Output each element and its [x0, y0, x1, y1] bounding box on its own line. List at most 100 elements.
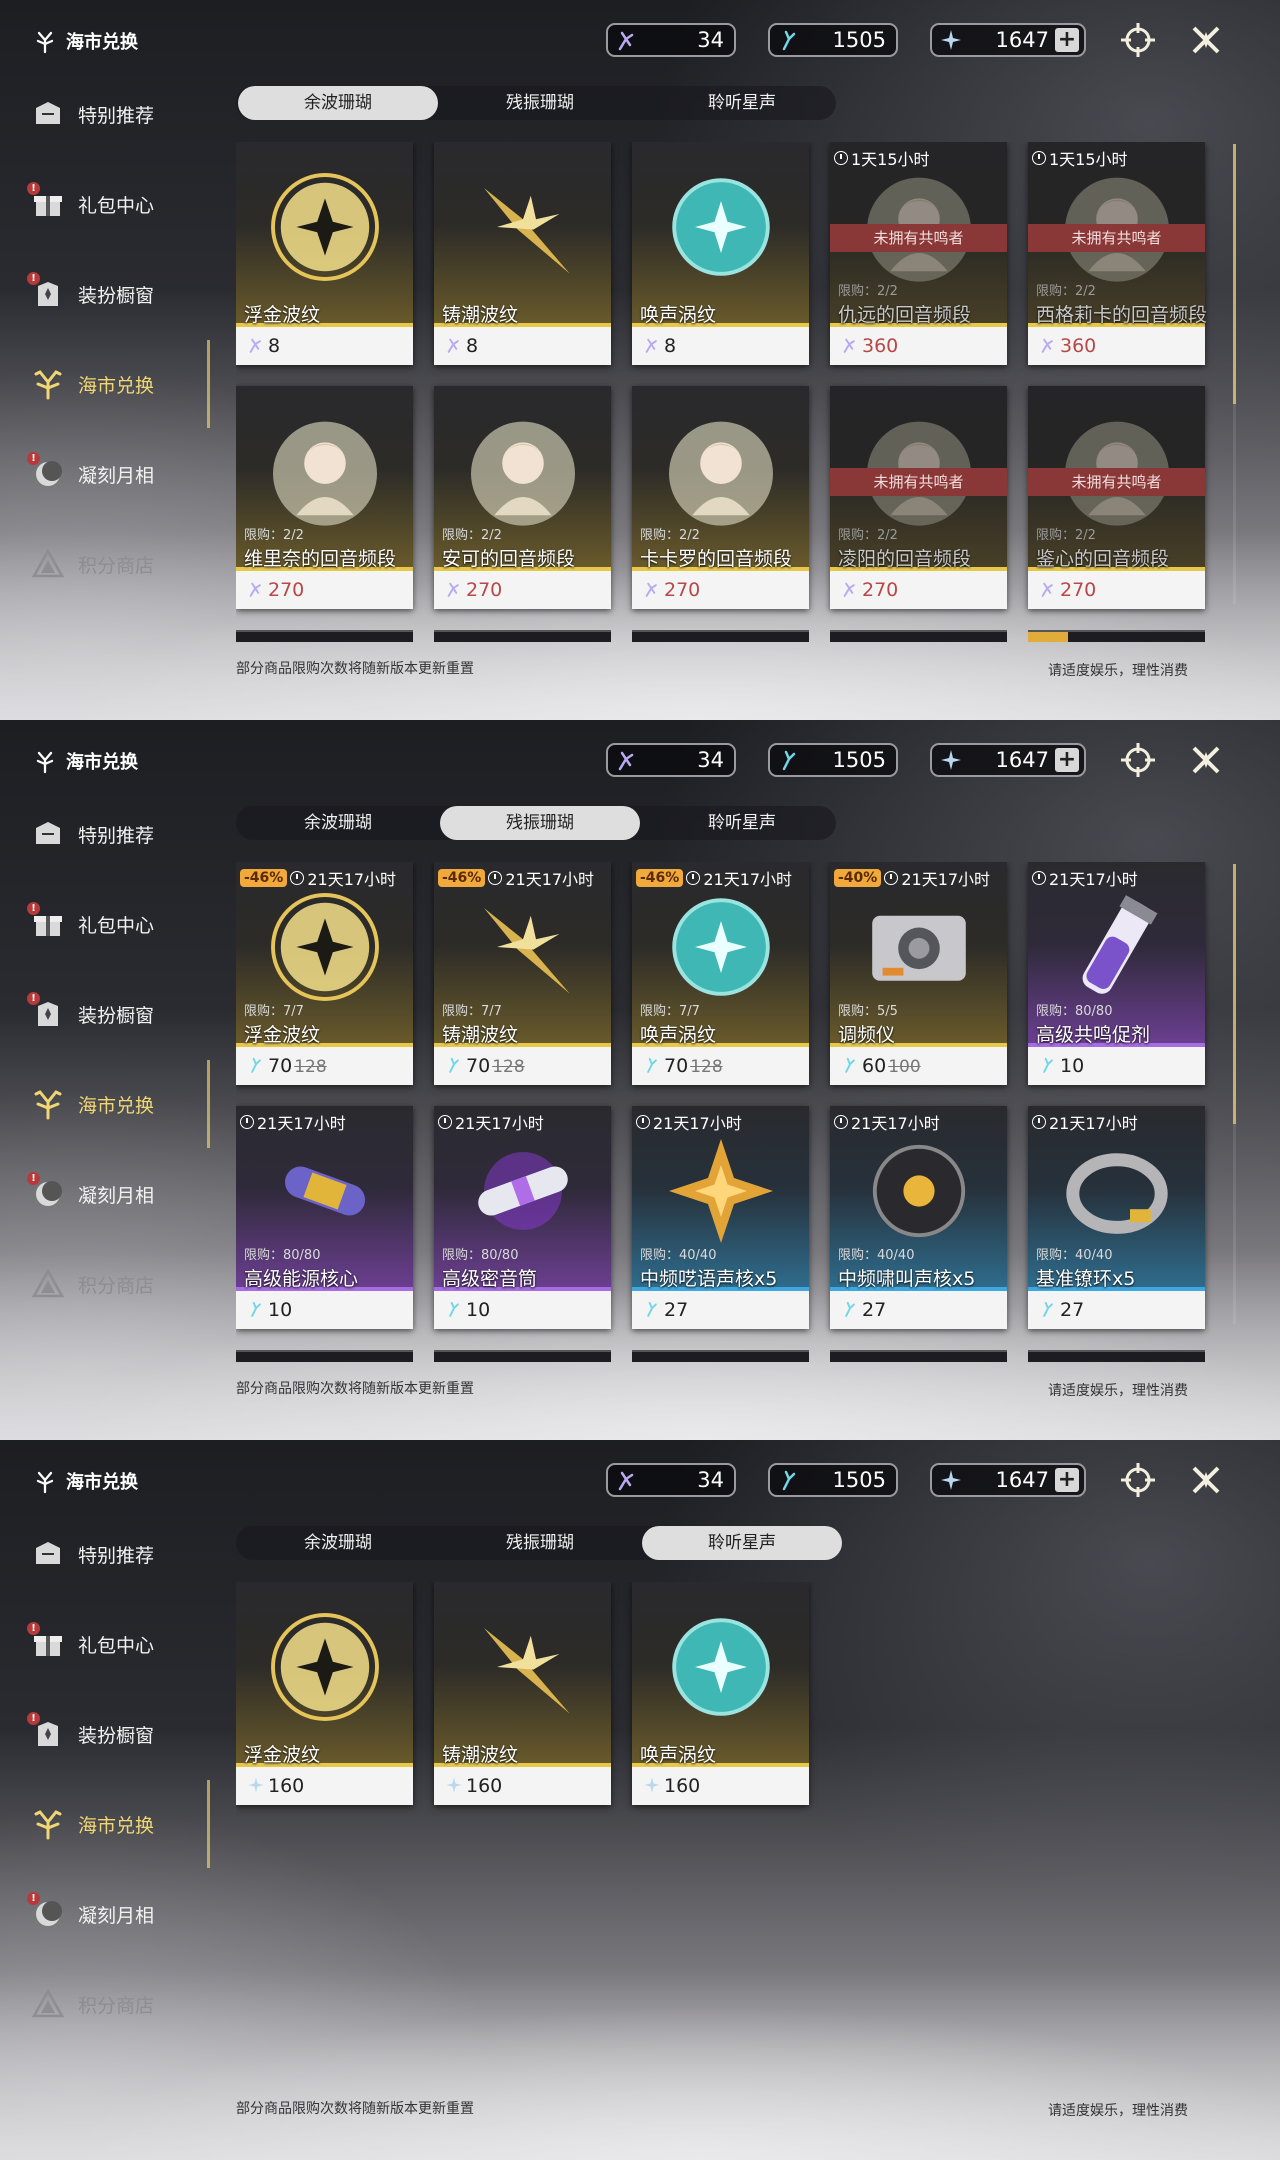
next-row-card[interactable] [830, 1350, 1007, 1362]
add-currency-button[interactable]: + [1055, 1468, 1079, 1492]
tab-2[interactable]: 残振珊瑚 [440, 86, 640, 120]
shop-item-card[interactable]: -46% 21天17小时 限购：7/7 铸潮波纹 70 128 [434, 862, 611, 1085]
sidebar-item-sea-market-exchange[interactable]: 海市兑换 [30, 1086, 154, 1122]
item-name: 调频仪 [838, 1024, 896, 1046]
shop-item-card[interactable]: 未拥有共鸣者 限购：2/2 鉴心的回音频段 270 [1028, 386, 1205, 609]
sidebar-item-points-shop[interactable]: 积分商店 [30, 1266, 154, 1302]
reset-notice: 部分商品限购次数将随新版本更新重置 [236, 661, 474, 677]
coral-blue-icon [776, 27, 802, 53]
notification-badge: ! [27, 182, 40, 195]
discount-badge: -46% [240, 869, 288, 887]
price-value: 27 [862, 1299, 887, 1321]
tab-1[interactable]: 余波珊瑚 [238, 806, 438, 840]
sidebar-item-sea-market-exchange[interactable]: 海市兑换 [30, 1806, 154, 1842]
sidebar-item-featured[interactable]: 特别推荐 [30, 1536, 154, 1572]
star-sound-counter[interactable]: 1647 + [930, 743, 1086, 777]
sidebar-item-points-shop[interactable]: 积分商店 [30, 546, 154, 582]
sidebar-item-gift-center[interactable]: ! 礼包中心 [27, 182, 154, 222]
currency-value: 1647 [995, 748, 1049, 772]
shop-item-card[interactable]: -40% 21天17小时 限购：5/5 调频仪 60 100 [830, 862, 1007, 1085]
shop-item-card[interactable]: 限购：2/2 维里奈的回音频段 270 [236, 386, 413, 609]
shop-item-card[interactable]: 21天17小时 限购：80/80 高级共鸣促剂 10 [1028, 862, 1205, 1085]
shop-item-card[interactable]: 1天15小时 未拥有共鸣者 限购：2/2 西格莉卡的回音频段 360 [1028, 142, 1207, 365]
next-row-card[interactable] [830, 630, 1007, 642]
target-icon[interactable] [1118, 1460, 1158, 1500]
shop-item-card[interactable]: 未拥有共鸣者 限购：2/2 凌阳的回音频段 270 [830, 386, 1007, 609]
item-price: 270 [1060, 579, 1096, 601]
star-sound-counter[interactable]: 1647 + [930, 23, 1086, 57]
sidebar-item-outfit-showcase[interactable]: ! 装扮橱窗 [27, 272, 154, 312]
close-icon[interactable] [1186, 1460, 1226, 1500]
add-currency-button[interactable]: + [1055, 28, 1079, 52]
next-row-card[interactable] [236, 1350, 413, 1362]
sidebar-item-outfit-showcase[interactable]: ! 装扮橱窗 [27, 1712, 154, 1752]
gift-icon: ! [27, 1622, 66, 1662]
sidebar-item-label: 积分商店 [78, 1994, 155, 2017]
next-row-card[interactable] [632, 1350, 809, 1362]
tab-1[interactable]: 余波珊瑚 [238, 86, 438, 120]
shop-item-card[interactable]: -46% 21天17小时 限购：7/7 唤声涡纹 70 128 [632, 862, 809, 1085]
sidebar-item-gift-center[interactable]: ! 礼包中心 [27, 1622, 154, 1662]
next-row-card[interactable] [236, 630, 413, 642]
next-row-card[interactable] [632, 630, 809, 642]
tab-3[interactable]: 聆听星声 [642, 86, 842, 120]
shop-item-card[interactable]: -46% 21天17小时 限购：7/7 浮金波纹 70 128 [236, 862, 413, 1085]
target-icon[interactable] [1118, 740, 1158, 780]
next-row-card[interactable] [1028, 1350, 1205, 1362]
item-art [434, 142, 611, 326]
tab-1[interactable]: 余波珊瑚 [238, 1526, 438, 1560]
limited-time: 1天15小时 [1032, 146, 1128, 170]
sidebar-item-label: 特别推荐 [78, 1544, 155, 1567]
target-icon[interactable] [1118, 20, 1158, 60]
outfit-icon: ! [27, 272, 66, 312]
sidebar-item-featured[interactable]: 特别推荐 [30, 96, 154, 132]
shop-item-card[interactable]: 21天17小时 限购：40/40 中频呓语声核x5 27 [632, 1106, 809, 1329]
sidebar-item-sea-market-exchange[interactable]: 海市兑换 [30, 366, 154, 402]
close-icon[interactable] [1186, 20, 1226, 60]
shop-item-card[interactable]: 21天17小时 限购：40/40 中频啸叫声核x5 27 [830, 1106, 1007, 1329]
active-nav-indicator [207, 340, 210, 428]
item-name: 铸潮波纹 [442, 1024, 519, 1046]
sidebar-item-outfit-showcase[interactable]: ! 装扮橱窗 [27, 992, 154, 1032]
star-sound-counter[interactable]: 1647 + [930, 1463, 1086, 1497]
price-value: 8 [466, 335, 479, 357]
shop-item-card[interactable]: 唤声涡纹 160 [632, 1582, 809, 1805]
tab-3[interactable]: 聆听星声 [642, 1526, 842, 1560]
scrollbar-thumb[interactable] [1233, 144, 1236, 404]
tab-2[interactable]: 残振珊瑚 [440, 1526, 640, 1560]
item-name: 浮金波纹 [244, 1024, 321, 1046]
add-currency-button[interactable]: + [1055, 748, 1079, 772]
tab-3[interactable]: 聆听星声 [642, 806, 842, 840]
sidebar-item-moon-phase[interactable]: ! 凝刻月相 [27, 1172, 154, 1212]
shop-item-card[interactable]: 浮金波纹 8 [236, 142, 413, 365]
sidebar-item-points-shop[interactable]: 积分商店 [30, 1986, 154, 2022]
page-title: 海市兑换 [32, 748, 138, 774]
shop-item-card[interactable]: 浮金波纹 160 [236, 1582, 413, 1805]
next-row-card[interactable] [434, 630, 611, 642]
health-notice: 请适度娱乐，理性消费 [1048, 1383, 1188, 1399]
sidebar-item-moon-phase[interactable]: ! 凝刻月相 [27, 452, 154, 492]
shop-item-card[interactable]: 唤声涡纹 8 [632, 142, 809, 365]
close-icon[interactable] [1186, 740, 1226, 780]
timer-text: 21天17小时 [1049, 1114, 1138, 1133]
shop-item-card[interactable]: 21天17小时 限购：80/80 高级能源核心 10 [236, 1106, 413, 1329]
sidebar-item-gift-center[interactable]: ! 礼包中心 [27, 902, 154, 942]
item-name: 基准镣环x5 [1036, 1268, 1136, 1290]
shop-item-card[interactable]: 铸潮波纹 160 [434, 1582, 611, 1805]
shop-item-card[interactable]: 铸潮波纹 8 [434, 142, 611, 365]
shop-item-card[interactable]: 限购：2/2 卡卡罗的回音频段 270 [632, 386, 809, 609]
shop-item-card[interactable]: 21天17小时 限购：80/80 高级密音筒 10 [434, 1106, 611, 1329]
sidebar-item-moon-phase[interactable]: ! 凝刻月相 [27, 1892, 154, 1932]
scrollbar-thumb[interactable] [1233, 864, 1236, 1124]
shop-item-card[interactable]: 1天15小时 未拥有共鸣者 限购：2/2 仇远的回音频段 360 [830, 142, 1007, 365]
shop-item-card[interactable]: 限购：2/2 安可的回音频段 270 [434, 386, 611, 609]
notification-badge: ! [27, 452, 40, 465]
next-row-card[interactable] [434, 1350, 611, 1362]
shop-item-card[interactable]: 21天17小时 限购：40/40 基准镣环x5 27 [1028, 1106, 1205, 1329]
price-value: 10 [466, 1299, 491, 1321]
coral-purple-icon [1038, 579, 1058, 601]
sidebar-item-featured[interactable]: 特别推荐 [30, 816, 154, 852]
tab-2[interactable]: 残振珊瑚 [440, 806, 640, 840]
item-name: 高级密音筒 [442, 1268, 538, 1290]
next-row-card[interactable] [1028, 630, 1205, 642]
